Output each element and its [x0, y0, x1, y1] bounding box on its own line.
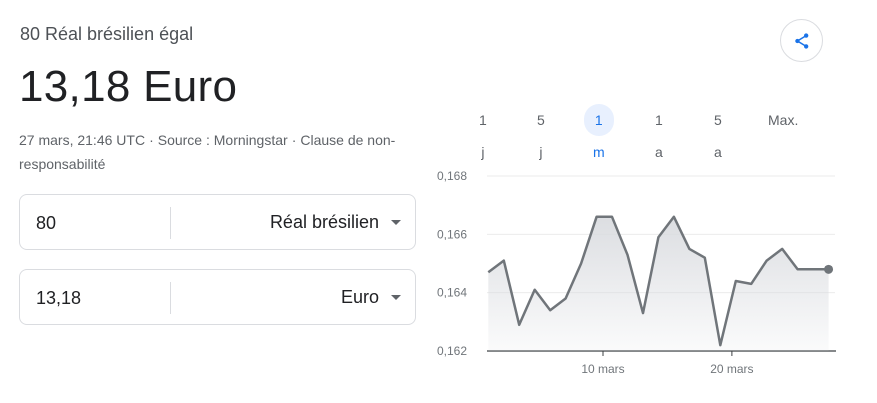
from-currency-select[interactable]: Réal brésilien — [270, 195, 401, 249]
share-icon — [794, 32, 808, 49]
exchange-rate-chart[interactable]: 0,168 0,166 0,164 0,162 10 mars 20 mars — [430, 160, 850, 385]
to-currency-label: Euro — [340, 286, 379, 307]
conversion-result: 13,18 Euro — [19, 62, 238, 111]
tab-5-days[interactable]: 5 j — [528, 104, 554, 160]
y-tick-label: 0,168 — [437, 169, 467, 183]
result-meta: 27 mars, 21:46 UTC · Source : Morningstar ·… — [19, 128, 409, 176]
timestamp: 27 mars, 21:46 UTC — [19, 132, 146, 148]
from-amount-input[interactable] — [36, 211, 166, 235]
field-divider — [170, 207, 171, 239]
field-divider — [170, 282, 171, 314]
to-converter-row: Euro — [19, 269, 416, 325]
meta-separator: · — [149, 132, 154, 148]
conversion-subtitle: 80 Réal brésilien égal — [20, 24, 194, 44]
y-tick-label: 0,162 — [437, 344, 467, 358]
y-tick-label: 0,164 — [437, 286, 467, 300]
tab-1-month[interactable]: 1 m — [584, 104, 614, 160]
tab-1-year[interactable]: 1 a — [646, 104, 672, 160]
source-label: Source : Morningstar — [157, 132, 288, 148]
from-converter-row: Réal brésilien — [19, 194, 416, 250]
tab-max[interactable]: Max. — [759, 104, 807, 136]
to-currency-select[interactable]: Euro — [341, 270, 401, 324]
from-currency-label: Réal brésilien — [269, 211, 379, 232]
share-button[interactable] — [780, 19, 823, 62]
x-tick-label: 20 mars — [710, 362, 753, 376]
y-tick-label: 0,166 — [437, 227, 467, 241]
meta-separator: · — [291, 132, 297, 148]
tab-5-years[interactable]: 5 a — [705, 104, 731, 160]
to-amount-input[interactable] — [36, 286, 166, 310]
last-point-marker — [824, 264, 834, 274]
tab-1-day[interactable]: 1 j — [470, 104, 496, 160]
dropdown-caret-icon — [391, 219, 401, 225]
dropdown-caret-icon — [391, 294, 401, 300]
x-tick-label: 10 mars — [581, 362, 624, 376]
